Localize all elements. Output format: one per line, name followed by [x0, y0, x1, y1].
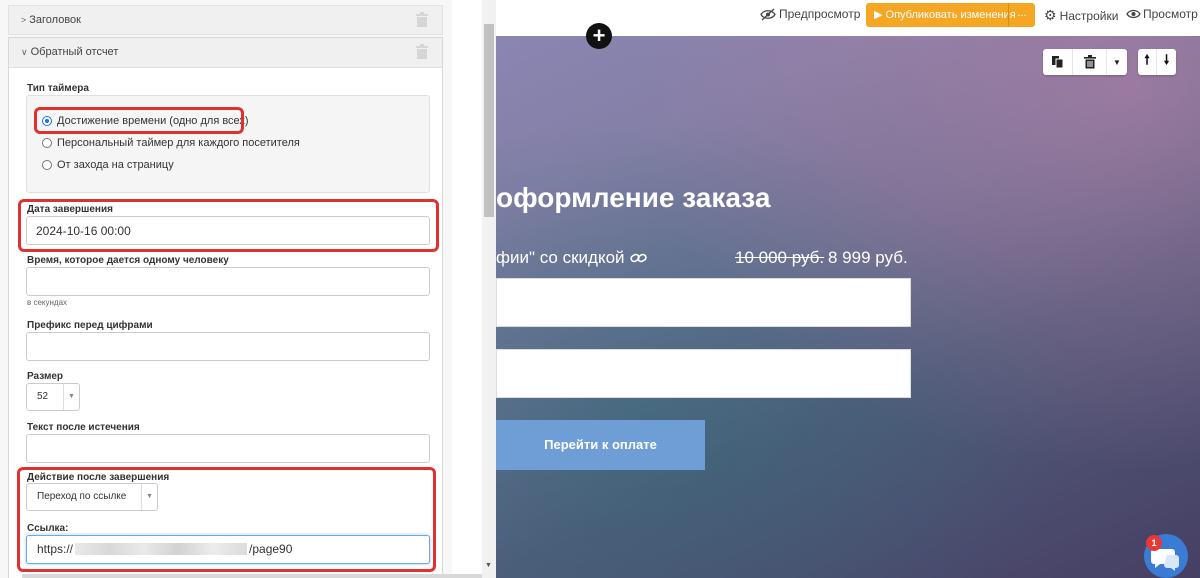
- move-up-button[interactable]: 🠕: [1138, 49, 1157, 75]
- prefix-input[interactable]: [26, 332, 430, 361]
- size-label: Размер: [27, 371, 64, 382]
- radio-option-personal[interactable]: Персональный таймер для каждого посетите…: [42, 137, 300, 149]
- block-menu-button[interactable]: ▼: [1107, 49, 1127, 75]
- chevron-down-icon: ∨: [21, 47, 28, 57]
- copy-block-button[interactable]: [1043, 49, 1073, 75]
- section-title: Заголовок: [29, 14, 81, 26]
- horizontal-scrollbar[interactable]: [22, 574, 482, 578]
- eye-icon: [1126, 9, 1141, 19]
- section-header-countdown[interactable]: ∨ Обратный отсчет: [9, 38, 442, 68]
- add-block-button[interactable]: +: [586, 23, 612, 49]
- action-label: Действие после завершения: [27, 472, 170, 483]
- play-icon: ▶: [874, 9, 886, 21]
- after-expiry-text-label: Текст после истечения: [27, 422, 140, 433]
- pay-button[interactable]: Перейти к оплате: [496, 420, 705, 470]
- trash-icon[interactable]: [416, 44, 428, 59]
- notification-badge: 1: [1146, 535, 1162, 551]
- vertical-scrollbar[interactable]: ▼: [482, 0, 496, 578]
- radio-unchecked-icon: [42, 138, 52, 148]
- dropdown-arrow-icon: ▼: [63, 384, 79, 410]
- end-date-input[interactable]: 2024-10-16 00:00: [26, 216, 430, 245]
- seconds-hint: в секундах: [27, 298, 68, 307]
- move-toolbar: 🠕 🠗: [1138, 49, 1176, 75]
- radio-option-page-entry[interactable]: От захода на страницу: [42, 159, 174, 171]
- chevron-right-icon: >: [21, 15, 27, 25]
- end-date-label: Дата завершения: [27, 204, 113, 215]
- action-select[interactable]: Переход по ссылке ▼: [26, 483, 158, 511]
- old-price: 10 000 руб.: [735, 248, 825, 267]
- after-expiry-text-input[interactable]: [26, 434, 430, 463]
- link-label: Ссылка:: [27, 523, 69, 534]
- link-icon[interactable]: [629, 252, 647, 264]
- countdown-section: ∨ Обратный отсчет Тип таймера Достижение …: [8, 37, 443, 578]
- radio-checked-icon: [42, 116, 52, 126]
- editor-panel: > Заголовок ∨ Обратный отсчет Тип таймера …: [0, 0, 452, 578]
- section-title: Обратный отсчет: [30, 46, 119, 58]
- new-price: 8 999 руб.: [828, 248, 908, 267]
- dropdown-arrow-icon: ▼: [141, 484, 157, 510]
- preview-heading: оформление заказа: [496, 182, 771, 213]
- order-form-input[interactable]: [496, 278, 911, 327]
- settings-button[interactable]: ⚙ Настройки: [1044, 7, 1118, 24]
- arrow-up-icon: 🠕: [1144, 52, 1150, 67]
- size-select[interactable]: 52 ▼: [26, 383, 80, 411]
- eye-slash-icon: [760, 8, 776, 20]
- prefix-label: Префикс перед цифрами: [27, 320, 153, 331]
- scrollbar-thumb[interactable]: [484, 24, 494, 217]
- per-person-time-label: Время, которое дается одному человеку: [27, 255, 229, 266]
- product-name: фии" со скидкой: [496, 248, 647, 268]
- publish-more-button[interactable]: ...: [1008, 3, 1035, 27]
- timer-type-label: Тип таймера: [27, 83, 89, 94]
- page-preview: оформление заказа фии" со скидкой 10 000…: [496, 36, 1200, 578]
- radio-option-fixed-time[interactable]: Достижение времени (одно для всех): [42, 115, 249, 127]
- view-button[interactable]: Просмотр: [1126, 7, 1198, 21]
- per-person-time-input[interactable]: [26, 267, 430, 296]
- block-toolbar: ▼: [1043, 49, 1127, 75]
- redacted-url-part: [75, 543, 248, 555]
- caret-down-icon: ▼: [1113, 57, 1121, 67]
- preview-toggle[interactable]: Предпросмотр: [760, 7, 860, 21]
- move-down-button[interactable]: 🠗: [1157, 49, 1176, 75]
- delete-block-button[interactable]: [1073, 49, 1107, 75]
- timer-type-group: Достижение времени (одно для всех) Персо…: [26, 95, 430, 193]
- arrow-down-icon: 🠗: [1163, 52, 1170, 67]
- radio-unchecked-icon: [42, 160, 52, 170]
- publish-button[interactable]: ▶ Опубликовать изменения ...: [866, 3, 1035, 27]
- section-header-title[interactable]: > Заголовок: [8, 5, 443, 35]
- gear-icon: ⚙: [1044, 7, 1057, 23]
- trash-icon[interactable]: [416, 12, 428, 27]
- plus-icon: +: [592, 23, 606, 48]
- copy-icon: [1052, 56, 1064, 69]
- order-form-input[interactable]: [496, 349, 911, 398]
- trash-icon: [1083, 55, 1096, 69]
- scroll-down-arrow-icon[interactable]: ▼: [485, 562, 492, 569]
- link-input[interactable]: https:///page90: [26, 535, 430, 564]
